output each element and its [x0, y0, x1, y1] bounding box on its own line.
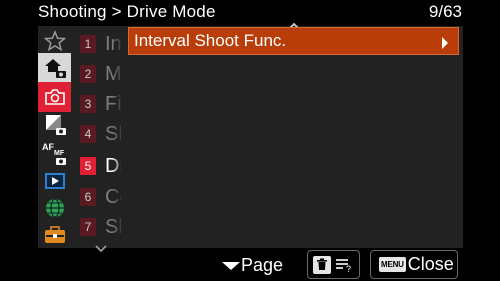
close-button[interactable]: MENU Close	[370, 250, 458, 279]
tab-number: 4	[80, 125, 96, 143]
scroll-down-icon	[95, 245, 107, 253]
page-counter: 9/63	[428, 2, 462, 21]
tab-number: 6	[80, 188, 96, 206]
page-label: Page	[241, 254, 284, 275]
tab-number: 7	[80, 218, 96, 236]
tab-number: 2	[80, 65, 96, 83]
tab-number: 3	[80, 95, 96, 113]
camera-icon[interactable]	[38, 82, 71, 112]
tab-fade	[112, 28, 128, 244]
trash-icon	[312, 255, 331, 274]
af-mf-camera-icon[interactable]: AF MF	[38, 138, 71, 168]
page-title: Shooting > Drive Mode	[38, 2, 216, 21]
svg-text:AF: AF	[42, 142, 54, 152]
home-camera-icon[interactable]	[38, 53, 71, 83]
network-globe-icon[interactable]	[38, 193, 71, 223]
toolbox-icon[interactable]	[38, 220, 71, 250]
delete-sort-button[interactable]: ?	[307, 250, 360, 279]
page-hint: Page	[222, 253, 283, 277]
triangle-down-icon	[222, 262, 240, 270]
sort-list-icon: ?	[335, 258, 351, 273]
menu-key-icon: MENU	[379, 257, 406, 272]
svg-text:?: ?	[346, 264, 351, 273]
menu-item-label: Interval Shoot Func.	[134, 31, 287, 50]
tab-number: 5	[80, 157, 96, 175]
svg-text:MF: MF	[54, 150, 65, 157]
star-icon[interactable]	[38, 26, 71, 56]
header: Shooting > Drive Mode 9/63	[0, 0, 500, 26]
playback-icon[interactable]	[38, 166, 71, 196]
category-sidebar: AF MF	[38, 26, 71, 248]
exposure-camera-icon[interactable]	[38, 110, 71, 140]
tab-number: 1	[80, 35, 96, 53]
chevron-right-icon	[442, 37, 448, 49]
menu-item-interval-shoot[interactable]: Interval Shoot Func.	[128, 27, 459, 55]
close-label: Close	[407, 254, 454, 274]
